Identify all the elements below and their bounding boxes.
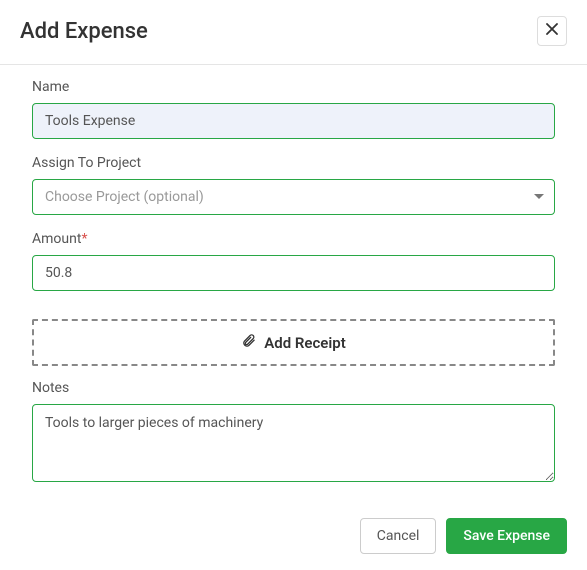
amount-group: Amount* xyxy=(32,231,555,291)
add-receipt-label: Add Receipt xyxy=(264,334,346,352)
add-receipt-button[interactable]: Add Receipt xyxy=(32,319,555,366)
cancel-button[interactable]: Cancel xyxy=(360,518,437,554)
notes-textarea[interactable] xyxy=(32,404,555,482)
close-button[interactable] xyxy=(537,16,567,46)
name-group: Name xyxy=(32,79,555,139)
modal-header: Add Expense xyxy=(0,0,587,65)
project-label: Assign To Project xyxy=(32,155,555,171)
name-input[interactable] xyxy=(32,103,555,139)
save-button[interactable]: Save Expense xyxy=(446,518,567,554)
modal-title: Add Expense xyxy=(20,19,148,44)
close-icon xyxy=(546,22,558,40)
notes-group: Notes xyxy=(32,380,555,486)
required-star: * xyxy=(81,231,87,247)
project-select[interactable]: Choose Project (optional) xyxy=(32,179,555,215)
name-label: Name xyxy=(32,79,555,95)
modal-footer: Cancel Save Expense xyxy=(0,502,587,570)
project-group: Assign To Project Choose Project (option… xyxy=(32,155,555,215)
paperclip-icon xyxy=(241,333,256,352)
amount-label: Amount* xyxy=(32,231,555,247)
notes-label: Notes xyxy=(32,380,555,396)
add-expense-modal: Add Expense Name Assign To Project Choos… xyxy=(0,0,587,570)
modal-body: Name Assign To Project Choose Project (o… xyxy=(0,65,587,486)
amount-input[interactable] xyxy=(32,255,555,291)
amount-label-text: Amount xyxy=(32,231,81,247)
